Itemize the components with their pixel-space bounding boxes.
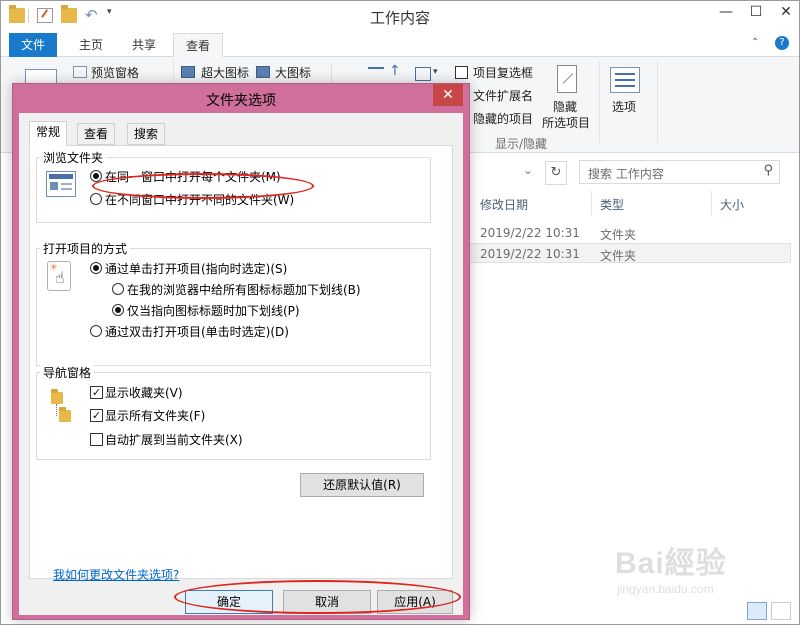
click-items-title: 打开项目的方式 xyxy=(40,240,131,257)
show-favorites-checkbox[interactable]: ✓ xyxy=(90,386,103,399)
ribbon-tabs: 文件 主页 共享 查看 ⌃ ? xyxy=(1,31,799,57)
search-input[interactable]: 搜索 工作内容 ⚲ xyxy=(579,160,780,184)
browse-folders-title: 浏览文件夹 xyxy=(40,149,107,166)
auto-expand-label[interactable]: 自动扩展到当前文件夹(X) xyxy=(105,431,243,448)
table-row[interactable]: 2019/2/22 10:31 文件夹 xyxy=(467,223,791,243)
group-by-dropdown-icon[interactable]: ▾ xyxy=(433,67,438,77)
browse-folders-icon xyxy=(46,171,76,197)
column-header-date[interactable]: 修改日期 xyxy=(480,196,528,213)
column-header-type[interactable]: 类型 xyxy=(600,196,624,213)
extra-large-icons-label[interactable]: 超大图标 xyxy=(201,64,249,81)
navigation-pane-title: 导航窗格 xyxy=(40,364,95,381)
tab-view[interactable]: 查看 xyxy=(173,33,224,57)
double-click-label[interactable]: 通过双击打开项目(单击时选定)(D) xyxy=(105,323,289,340)
column-header-size[interactable]: 大小 xyxy=(720,196,744,213)
minimize-button[interactable]: — xyxy=(711,1,741,23)
hide-selected-label-2[interactable]: 所选项目 xyxy=(542,114,590,131)
general-tab-panel: 浏览文件夹 在同一窗口中打开每个文件夹(M) 在不同窗口中打开不同的文件夹(W)… xyxy=(29,145,453,579)
group-by-icon[interactable] xyxy=(415,67,431,81)
item-checkboxes-label[interactable]: 项目复选框 xyxy=(473,64,533,81)
preview-pane-label[interactable]: 预览窗格 xyxy=(91,64,139,81)
tab-view[interactable]: 查看 xyxy=(77,123,116,145)
title-bar: ↶ ▾ 工作内容 — ☐ ✕ xyxy=(1,1,799,31)
show-favorites-label[interactable]: 显示收藏夹(V) xyxy=(105,384,183,401)
help-link[interactable]: 我如何更改文件夹选项? xyxy=(53,566,179,583)
ribbon-collapse-icon[interactable]: ⌃ xyxy=(751,37,759,48)
column-divider[interactable] xyxy=(591,191,592,215)
sort-arrow-icon: ↑ xyxy=(389,63,401,79)
extra-large-icons-icon xyxy=(181,66,195,78)
show-hide-group-label: 显示/隐藏 xyxy=(495,137,548,151)
double-click-radio[interactable] xyxy=(90,325,102,337)
tab-home[interactable]: 主页 xyxy=(67,33,115,57)
watermark-url: jingyan.baidu.com xyxy=(617,582,714,596)
file-extensions-label[interactable]: 文件扩展名 xyxy=(473,87,533,104)
row-date: 2019/2/22 10:31 xyxy=(480,226,580,240)
options-icon[interactable] xyxy=(610,67,640,93)
row-type: 文件夹 xyxy=(600,228,637,242)
single-click-label[interactable]: 通过单击打开项目(指向时选定)(S) xyxy=(105,260,287,277)
ribbon-divider xyxy=(657,61,658,143)
help-icon[interactable]: ? xyxy=(775,36,789,50)
ribbon-divider xyxy=(599,61,600,143)
underline-point-label[interactable]: 仅当指向图标标题时加下划线(P) xyxy=(127,302,300,319)
close-button[interactable]: ✕ xyxy=(771,1,800,23)
window-title: 工作内容 xyxy=(369,9,430,27)
show-all-folders-checkbox[interactable]: ✓ xyxy=(90,409,103,422)
underline-browser-radio[interactable] xyxy=(112,283,124,295)
dialog-title: 文件夹选项 xyxy=(206,93,276,109)
restore-defaults-button[interactable]: 还原默认值(R) xyxy=(300,473,424,497)
tab-general[interactable]: 常规 xyxy=(29,121,68,146)
click-items-icon: ☝ ✳ xyxy=(47,261,71,291)
item-checkboxes-checkbox[interactable] xyxy=(455,66,468,79)
tab-file[interactable]: 文件 xyxy=(9,33,58,57)
table-row[interactable]: 2019/2/22 10:31 文件夹 xyxy=(467,243,791,263)
folder-options-dialog: 文件夹选项 ✕ 常规 查看 搜索 浏览文件夹 在同一窗口中打开每个文件夹(M) … xyxy=(12,83,470,620)
single-click-radio[interactable] xyxy=(90,262,102,274)
new-window-radio[interactable] xyxy=(90,193,102,205)
underline-browser-label[interactable]: 在我的浏览器中给所有图标标题加下划线(B) xyxy=(127,281,361,298)
highlight-ellipse-buttons xyxy=(174,580,461,614)
hide-selected-icon[interactable] xyxy=(557,65,577,93)
search-placeholder: 搜索 工作内容 xyxy=(588,167,664,181)
dialog-close-button[interactable]: ✕ xyxy=(433,84,463,106)
watermark: Bai經验 jingyan.baidu.com xyxy=(615,538,775,604)
large-icons-icon xyxy=(256,66,270,78)
nav-folder-icon xyxy=(51,389,63,404)
watermark-brand: Bai經验 xyxy=(615,547,727,580)
row-date: 2019/2/22 10:31 xyxy=(480,247,580,261)
large-icons-label[interactable]: 大图标 xyxy=(275,64,311,81)
nav-tree-line xyxy=(56,404,57,416)
preview-pane-icon xyxy=(73,66,87,78)
auto-expand-checkbox[interactable] xyxy=(90,433,103,446)
row-type: 文件夹 xyxy=(600,249,637,263)
details-view-icon[interactable] xyxy=(747,602,767,620)
address-dropdown-icon[interactable]: ⌄ xyxy=(523,163,533,177)
hide-selected-label-1[interactable]: 隐藏 xyxy=(553,98,577,115)
show-all-folders-label[interactable]: 显示所有文件夹(F) xyxy=(105,407,205,424)
highlight-ellipse-option xyxy=(92,173,314,199)
column-divider[interactable] xyxy=(711,191,712,215)
options-label[interactable]: 选项 xyxy=(612,98,636,115)
nav-subfolder-icon xyxy=(59,407,71,422)
large-icons-view-icon[interactable] xyxy=(771,602,791,620)
tab-search[interactable]: 搜索 xyxy=(127,123,166,145)
refresh-icon[interactable]: ↻ xyxy=(545,161,567,185)
underline-point-radio[interactable] xyxy=(112,304,124,316)
tab-share[interactable]: 共享 xyxy=(120,33,168,57)
hidden-items-label[interactable]: 隐藏的项目 xyxy=(473,110,533,127)
maximize-button[interactable]: ☐ xyxy=(741,1,771,23)
search-icon[interactable]: ⚲ xyxy=(763,163,773,178)
